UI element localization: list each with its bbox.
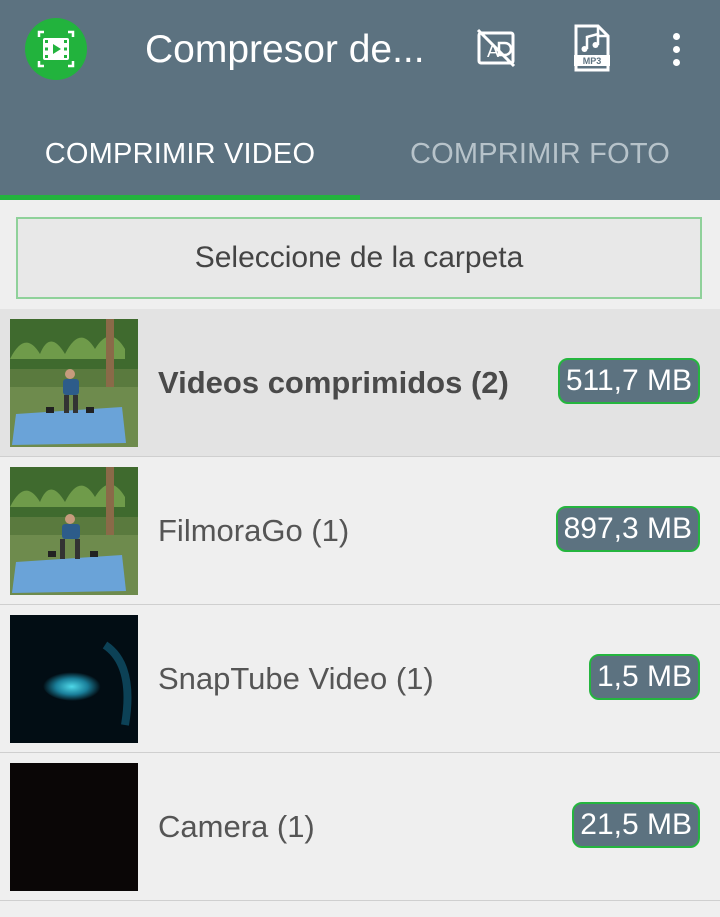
video-thumbnail: [10, 319, 138, 447]
tab-comprimir-video[interactable]: COMPRIMIR VIDEO: [0, 118, 360, 200]
video-thumbnail: [10, 763, 138, 891]
app-title: Compresor de...: [145, 28, 425, 71]
folder-list: Videos comprimidos (2) 511,7 MB FilmoraG…: [0, 309, 720, 901]
app-bar: Compresor de... A MP3 COMPRIMIR VIDEO CO…: [0, 0, 720, 200]
mp3-label: MP3: [583, 56, 602, 66]
select-folder-button[interactable]: Seleccione de la carpeta: [16, 217, 702, 299]
list-item[interactable]: SnapTube Video (1) 1,5 MB: [0, 605, 720, 753]
folder-name: SnapTube Video (1): [158, 661, 434, 696]
ad-block-icon[interactable]: A: [472, 22, 520, 74]
list-item[interactable]: Camera (1) 21,5 MB: [0, 753, 720, 901]
app-logo-icon: [25, 18, 87, 80]
mp3-file-icon[interactable]: MP3: [568, 22, 616, 74]
tab-comprimir-foto[interactable]: COMPRIMIR FOTO: [360, 118, 720, 200]
folder-name: FilmoraGo (1): [158, 513, 350, 548]
folder-size-badge: 1,5 MB: [588, 654, 700, 700]
folder-size-badge: 897,3 MB: [555, 506, 700, 552]
folder-size-badge: 511,7 MB: [557, 358, 700, 404]
video-thumbnail: [10, 467, 138, 595]
video-thumbnail: [10, 615, 138, 743]
folder-size-badge: 21,5 MB: [572, 802, 700, 848]
list-item[interactable]: FilmoraGo (1) 897,3 MB: [0, 457, 720, 605]
folder-name: Camera (1): [158, 809, 315, 844]
list-item[interactable]: Videos comprimidos (2) 511,7 MB: [0, 309, 720, 457]
more-options-icon[interactable]: [656, 24, 696, 74]
folder-name: Videos comprimidos (2): [158, 365, 509, 400]
active-tab-indicator: [0, 195, 360, 200]
